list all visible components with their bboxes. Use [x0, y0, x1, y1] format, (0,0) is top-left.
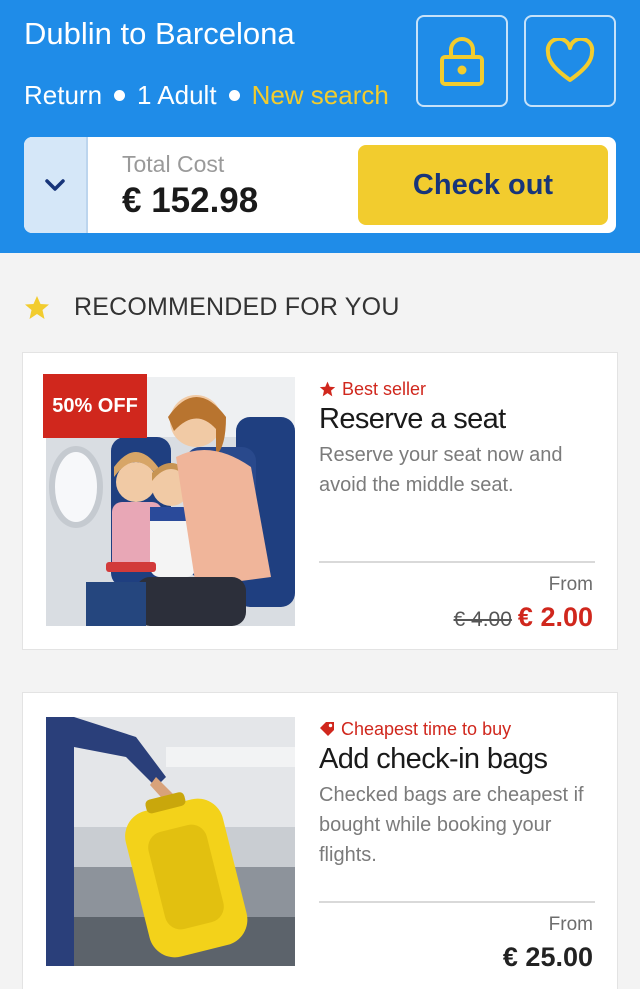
separator-dot	[228, 89, 240, 101]
lock-icon	[440, 37, 484, 86]
current-price: € 25.00	[502, 942, 593, 972]
bags-photo	[46, 717, 295, 966]
discount-badge: 50% OFF	[43, 374, 147, 438]
old-price: € 4.00	[453, 608, 512, 631]
heart-icon	[545, 38, 595, 82]
card-description: Reserve your seat now and avoid the midd…	[319, 444, 563, 496]
divider	[319, 561, 595, 563]
recommended-header: RECOMMENDED FOR YOU	[24, 290, 400, 324]
seat-card-content: Best seller Reserve a seat Reserve your …	[319, 377, 595, 500]
header: Dublin to Barcelona Return 1 Adult New sea…	[0, 0, 640, 253]
lock-button[interactable]	[416, 15, 508, 107]
from-label: From	[548, 914, 593, 935]
cost-bar: Total Cost € 152.98 Check out	[24, 137, 616, 233]
trip-summary: Return 1 Adult New search	[24, 80, 389, 111]
section-title: RECOMMENDED FOR YOU	[74, 292, 400, 321]
best-seller-tag: Best seller	[319, 377, 595, 401]
product-card-bags[interactable]: Cheapest time to buy Add check-in bags C…	[22, 692, 618, 989]
total-cost-value: € 152.98	[122, 181, 259, 220]
star-icon	[319, 381, 336, 397]
total-cost-label: Total Cost	[122, 151, 225, 177]
new-search-link[interactable]: New search	[252, 80, 389, 110]
expand-cost-button[interactable]	[24, 137, 88, 233]
divider	[319, 901, 595, 903]
card-description: Checked bags are cheapest if bought whil…	[319, 784, 584, 866]
current-price: € 2.00	[517, 602, 593, 632]
tag-label: Cheapest time to buy	[341, 718, 512, 739]
card-title: Add check-in bags	[319, 743, 548, 775]
chevron-down-icon	[45, 179, 65, 191]
trip-type: Return	[24, 80, 103, 110]
card-title: Reserve a seat	[319, 403, 506, 435]
price-row: € 25.00	[503, 942, 593, 973]
cheapest-time-tag: Cheapest time to buy	[319, 717, 595, 741]
separator-dot	[114, 89, 126, 101]
bags-card-content: Cheapest time to buy Add check-in bags C…	[319, 717, 595, 870]
favorite-button[interactable]	[524, 15, 616, 107]
price-tag-icon	[320, 722, 334, 736]
product-card-seat[interactable]: 50% OFF Best seller Reserve a seat Reser…	[22, 352, 618, 650]
route-title: Dublin to Barcelona	[24, 16, 295, 51]
checkout-button[interactable]: Check out	[358, 145, 608, 225]
star-icon	[25, 295, 49, 319]
from-label: From	[548, 574, 593, 595]
price-row: € 4.00 € 2.00	[454, 602, 593, 633]
passenger-count: 1 Adult	[137, 80, 217, 110]
tag-label: Best seller	[342, 378, 427, 399]
